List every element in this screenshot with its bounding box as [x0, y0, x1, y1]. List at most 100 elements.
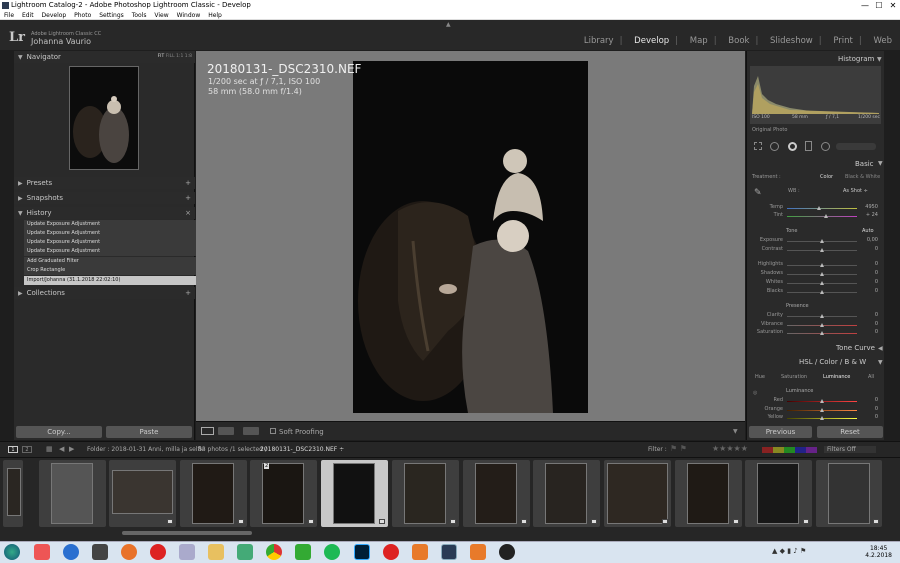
filmstrip-thumbnail-selected[interactable] — [321, 460, 388, 527]
previous-button[interactable]: Previous — [749, 426, 812, 438]
explorer-icon[interactable] — [179, 544, 195, 560]
start-button-icon[interactable] — [4, 544, 20, 560]
hsl-tab-all[interactable]: All — [868, 374, 874, 380]
slider-knob[interactable] — [820, 272, 824, 276]
contrast-slider[interactable]: Contrast 0 — [750, 246, 880, 254]
history-header[interactable]: ▼ History × — [14, 207, 195, 219]
menu-photo[interactable]: Photo — [74, 12, 91, 19]
snipping-tool-icon[interactable] — [237, 544, 253, 560]
toolbar-menu-icon[interactable]: ▼ — [733, 428, 738, 435]
expand-triangle-icon[interactable]: ◀ — [878, 345, 883, 352]
flag-filter-icon[interactable]: ⚑ ⚑ — [670, 444, 687, 453]
forward-arrow-icon[interactable]: ▶ — [69, 445, 74, 453]
filmstrip-thumbnail[interactable] — [745, 460, 812, 527]
folder-path[interactable]: Folder : 2018-01-31 Anni, milla ja selfi… — [87, 446, 205, 453]
crop-tool-icon[interactable] — [754, 142, 762, 150]
wb-eyedropper-icon[interactable]: ✎ — [754, 188, 762, 198]
wb-select[interactable]: As Shot ÷ — [843, 188, 868, 194]
slider-value[interactable]: 4950 — [865, 204, 878, 210]
slider-value[interactable]: 0 — [875, 329, 878, 335]
whites-slider[interactable]: Whites 0 — [750, 279, 880, 287]
collections-header[interactable]: ▶ Collections + — [14, 287, 195, 299]
opera-icon[interactable] — [150, 544, 166, 560]
slider-value[interactable]: 0,00 — [867, 237, 878, 243]
temp-slider[interactable]: Temp 4950 — [750, 204, 880, 212]
basic-title[interactable]: Basic — [855, 160, 874, 168]
blacks-slider[interactable]: Blacks 0 — [750, 288, 880, 296]
module-web[interactable]: Web — [873, 36, 892, 46]
slider-value[interactable]: 0 — [875, 288, 878, 294]
opera-icon[interactable] — [383, 544, 399, 560]
history-item[interactable]: Update Exposure Adjustment — [24, 220, 202, 229]
clarity-slider[interactable]: Clarity 0 — [750, 312, 880, 320]
menu-edit[interactable]: Edit — [22, 12, 34, 19]
slider-knob[interactable] — [820, 290, 824, 294]
zoom-1-8[interactable]: 1:8 — [185, 54, 192, 59]
menu-settings[interactable]: Settings — [99, 12, 124, 19]
soft-proofing-checkbox[interactable] — [270, 428, 276, 434]
slider-value[interactable]: 0 — [875, 270, 878, 276]
before-after-options-icon[interactable] — [243, 427, 259, 435]
filmstrip-thumbnail[interactable] — [392, 460, 459, 527]
menu-view[interactable]: View — [154, 12, 168, 19]
system-tray-icons[interactable]: ▲ ◆ ▮ ♪ ⚑ — [772, 547, 806, 555]
slider-knob[interactable] — [820, 263, 824, 267]
filmstrip-thumbnail[interactable] — [604, 460, 671, 527]
grid-view-icon[interactable]: ▦ — [46, 445, 53, 453]
add-snapshot-icon[interactable]: + — [185, 192, 191, 204]
add-collection-icon[interactable]: + — [185, 287, 191, 299]
navigator-header[interactable]: ▼ Navigator FIT FILL 1:1 1:8 — [14, 51, 195, 63]
red-luminance-slider[interactable]: Red 0 — [750, 397, 880, 405]
clear-history-icon[interactable]: × — [185, 207, 191, 219]
filmstrip-thumbnail[interactable] — [109, 460, 176, 527]
star-rating-filter-icon[interactable]: ★★★★★ — [712, 444, 748, 453]
collapse-top-panel-icon[interactable]: ▲ — [446, 21, 451, 28]
adjustment-brush-icon[interactable] — [836, 143, 876, 150]
before-after-icon[interactable] — [218, 427, 234, 435]
history-item[interactable]: Update Exposure Adjustment — [24, 229, 202, 238]
back-arrow-icon[interactable]: ◀ — [59, 445, 64, 453]
navigator-preview[interactable] — [69, 66, 139, 170]
zoom-fill[interactable]: FILL — [166, 54, 175, 59]
zoom-fit[interactable]: FIT — [158, 54, 165, 59]
collapse-triangle-icon[interactable]: ▼ — [877, 56, 882, 63]
menu-file[interactable]: File — [4, 12, 14, 19]
filmstrip-thumbnail[interactable]: 2 — [250, 460, 317, 527]
menu-tools[interactable]: Tools — [132, 12, 147, 19]
slider-knob[interactable] — [816, 206, 821, 210]
chrome-icon[interactable] — [266, 544, 282, 560]
hsl-tab-hue[interactable]: Hue — [755, 374, 765, 380]
media-player-icon[interactable] — [34, 544, 50, 560]
selected-file[interactable]: 20180131-_DSC2310.NEF ÷ — [260, 446, 344, 453]
app-icon[interactable] — [499, 544, 515, 560]
hsl-title[interactable]: HSL / Color / B & W — [799, 358, 866, 366]
module-slideshow[interactable]: Slideshow — [770, 36, 813, 46]
slider-value[interactable]: 0 — [875, 406, 878, 412]
scrollbar-thumb[interactable] — [122, 531, 252, 535]
loupe-view-icon[interactable] — [201, 427, 214, 435]
highlights-slider[interactable]: Highlights 0 — [750, 261, 880, 269]
history-item[interactable]: Update Exposure Adjustment — [24, 247, 202, 256]
tint-slider[interactable]: Tint + 24 — [750, 212, 880, 220]
module-develop[interactable]: Develop — [634, 36, 669, 46]
copy-button[interactable]: Copy... — [16, 426, 102, 438]
page-2-button[interactable]: 2 — [22, 446, 32, 453]
slider-knob[interactable] — [820, 408, 824, 412]
maximize-button[interactable]: ☐ — [872, 0, 886, 11]
minimize-button[interactable]: — — [858, 0, 872, 11]
reset-button[interactable]: Reset — [817, 426, 883, 438]
slider-knob[interactable] — [820, 323, 824, 327]
filmstrip-thumbnail[interactable] — [3, 460, 23, 527]
filmstrip-thumbnail[interactable] — [816, 460, 882, 527]
treatment-bw[interactable]: Black & White — [845, 174, 880, 180]
module-print[interactable]: Print — [833, 36, 853, 46]
orange-luminance-slider[interactable]: Orange 0 — [750, 406, 880, 414]
spot-removal-icon[interactable] — [770, 142, 779, 151]
slider-value[interactable]: 0 — [875, 414, 878, 420]
menu-help[interactable]: Help — [208, 12, 222, 19]
slider-value[interactable]: 0 — [875, 397, 878, 403]
menu-window[interactable]: Window — [177, 12, 201, 19]
collapse-triangle-icon[interactable]: ▼ — [878, 160, 883, 167]
app-icon[interactable] — [92, 544, 108, 560]
photoshop-icon[interactable] — [354, 544, 370, 560]
